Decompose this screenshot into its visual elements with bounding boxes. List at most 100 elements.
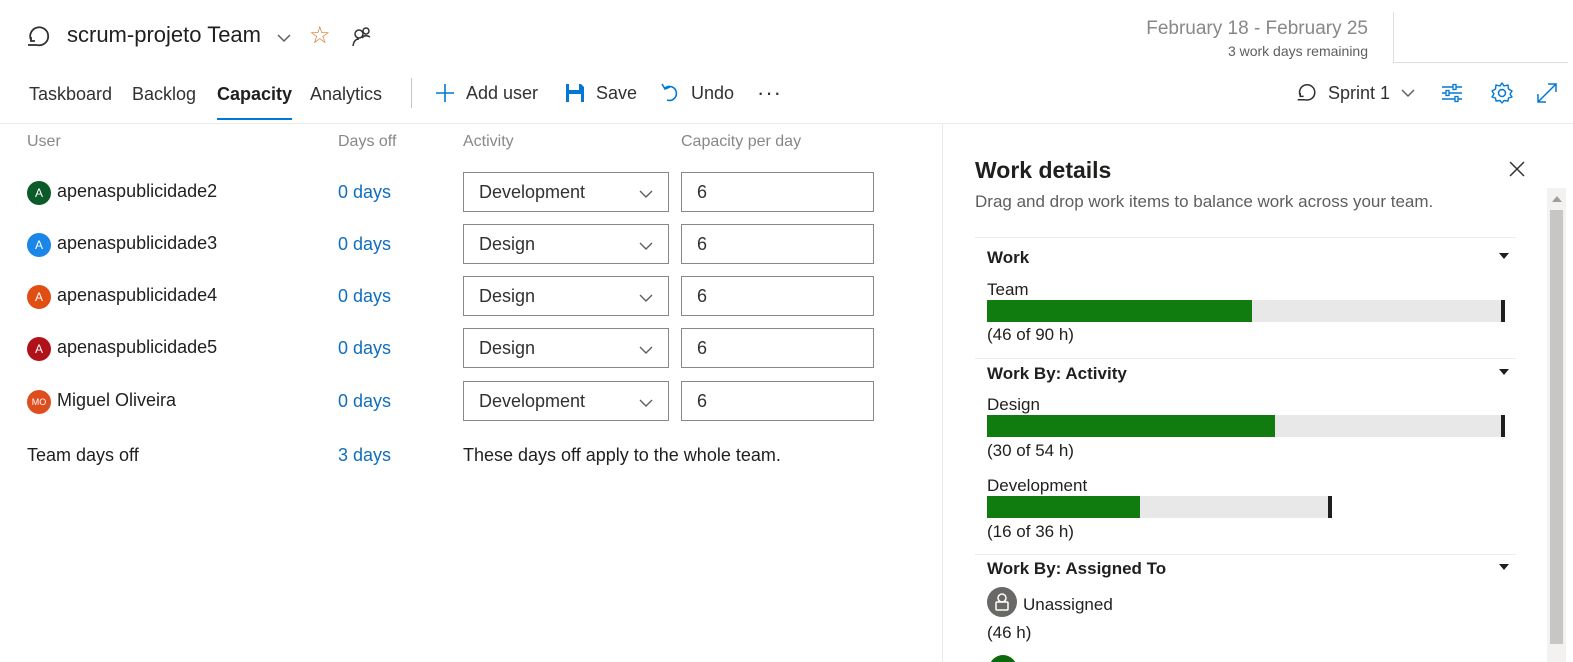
avatar: A [27, 285, 51, 309]
activity-dropdown[interactable]: Design [463, 328, 669, 368]
capacity-input[interactable]: 6 [681, 276, 874, 316]
team-members-icon[interactable] [350, 25, 374, 49]
tab-backlog[interactable]: Backlog [132, 82, 196, 120]
assigned-label: Unassigned [1023, 595, 1113, 614]
assigned-value: (46 h) [987, 623, 1032, 642]
scroll-up-arrow-icon[interactable] [1552, 196, 1562, 202]
team-days-off-label: Team days off [27, 445, 139, 465]
work-days-remaining: 3 work days remaining [1227, 43, 1368, 59]
settings-gear-icon[interactable] [1490, 81, 1514, 105]
tab-analytics[interactable]: Analytics [310, 82, 382, 120]
capacity-bar-marker [1501, 415, 1505, 437]
days-off-link[interactable]: 0 days [338, 286, 391, 307]
table-row: A apenaspublicidade3 0 days Design 6 [27, 224, 887, 264]
avatar: A [27, 337, 51, 361]
section-activity-title: Work By: Activity [987, 364, 1127, 383]
user-name: apenaspublicidade5 [57, 337, 218, 357]
caret-down-icon[interactable] [1499, 369, 1509, 375]
activity-value: Design [479, 234, 536, 254]
capacity-bar-marker [1501, 300, 1505, 322]
undo-button[interactable]: Undo [659, 82, 734, 104]
save-button[interactable]: Save [564, 82, 637, 104]
section-assigned-title: Work By: Assigned To [987, 559, 1167, 578]
activity-dropdown[interactable]: Design [463, 224, 669, 264]
capacity-input[interactable]: 6 [681, 172, 874, 212]
caret-down-icon[interactable] [1499, 564, 1509, 570]
team-days-off-link[interactable]: 3 days [338, 445, 391, 466]
chevron-down-icon[interactable] [276, 30, 292, 46]
undo-icon [661, 83, 678, 102]
add-user-button[interactable]: Add user [434, 82, 538, 104]
favorite-star-icon[interactable]: ☆ [309, 23, 331, 49]
tab-capacity[interactable]: Capacity [217, 82, 293, 120]
days-off-link[interactable]: 0 days [338, 234, 391, 255]
work-details-panel: Work details Drag and drop work items to… [942, 124, 1573, 662]
panel-subtitle: Drag and drop work items to balance work… [975, 192, 1434, 211]
chevron-down-icon [639, 399, 653, 407]
bar-value-design: (30 of 54 h) [987, 441, 1074, 460]
capacity-bar-team [987, 300, 1505, 322]
tab-taskboard[interactable]: Taskboard [29, 82, 112, 120]
bar-label-development: Development [987, 476, 1088, 495]
section-divider [975, 554, 1516, 555]
unassigned-user-icon [987, 587, 1017, 617]
sprint-label: Sprint 1 [1328, 82, 1391, 103]
capacity-bar-fill [987, 415, 1275, 437]
capacity-input[interactable]: 6 [681, 328, 874, 368]
header-divider [1393, 12, 1394, 62]
activity-dropdown[interactable]: Development [463, 381, 669, 421]
fullscreen-icon[interactable] [1535, 81, 1559, 105]
days-off-link[interactable]: 0 days [338, 182, 391, 203]
bar-label-team: Team [987, 280, 1029, 299]
column-header-activity: Activity [463, 133, 514, 150]
column-header-capacity: Capacity per day [681, 133, 802, 150]
bar-label-design: Design [987, 395, 1040, 414]
bar-value-team: (46 of 90 h) [987, 325, 1074, 344]
team-days-off-note: These days off apply to the whole team. [463, 445, 781, 465]
add-user-label: Add user [466, 82, 539, 103]
sprint-selector[interactable]: Sprint 1 [1296, 82, 1426, 104]
section-work-title: Work [987, 248, 1030, 267]
chevron-down-icon [639, 242, 653, 250]
capacity-bar-development [987, 496, 1332, 518]
days-off-link[interactable]: 0 days [338, 338, 391, 359]
bar-value-development: (16 of 36 h) [987, 522, 1074, 541]
column-header-user: User [27, 133, 61, 150]
caret-down-icon[interactable] [1499, 253, 1509, 259]
save-label: Save [596, 82, 638, 103]
scrollbar-thumb[interactable] [1550, 210, 1563, 644]
avatar: A [27, 233, 51, 257]
activity-value: Development [479, 182, 586, 202]
table-row: A apenaspublicidade2 0 days Development … [27, 172, 887, 212]
sprint-date-range: February 18 - February 25 [1146, 18, 1368, 39]
activity-dropdown[interactable]: Development [463, 172, 669, 212]
chevron-down-icon [1401, 89, 1415, 98]
activity-value: Design [479, 338, 536, 358]
more-actions-button[interactable]: ··· [757, 80, 782, 106]
panel-title: Work details [975, 157, 1112, 183]
capacity-bar-design [987, 415, 1505, 437]
capacity-bar-marker [1328, 496, 1332, 518]
days-off-link[interactable]: 0 days [338, 391, 391, 412]
chevron-down-icon [639, 294, 653, 302]
team-title[interactable]: scrum-projeto Team [67, 22, 261, 48]
plus-icon [436, 84, 454, 102]
person-icon [995, 593, 1009, 611]
close-icon[interactable] [1508, 160, 1526, 178]
activity-value: Design [479, 286, 536, 306]
user-name: apenaspublicidade2 [57, 181, 218, 201]
team-sprint-icon [28, 26, 50, 47]
capacity-input[interactable]: 6 [681, 224, 874, 264]
user-name: apenaspublicidade4 [57, 285, 218, 305]
avatar: A [27, 181, 51, 205]
capacity-input[interactable]: 6 [681, 381, 874, 421]
section-divider [975, 358, 1516, 359]
save-icon [566, 84, 584, 102]
view-options-icon[interactable] [1440, 81, 1464, 105]
user-name: Miguel Oliveira [57, 390, 177, 410]
activity-dropdown[interactable]: Design [463, 276, 669, 316]
avatar [989, 655, 1017, 662]
chevron-down-icon [639, 190, 653, 198]
sprint-icon [1297, 84, 1316, 101]
capacity-bar-fill [987, 300, 1252, 322]
